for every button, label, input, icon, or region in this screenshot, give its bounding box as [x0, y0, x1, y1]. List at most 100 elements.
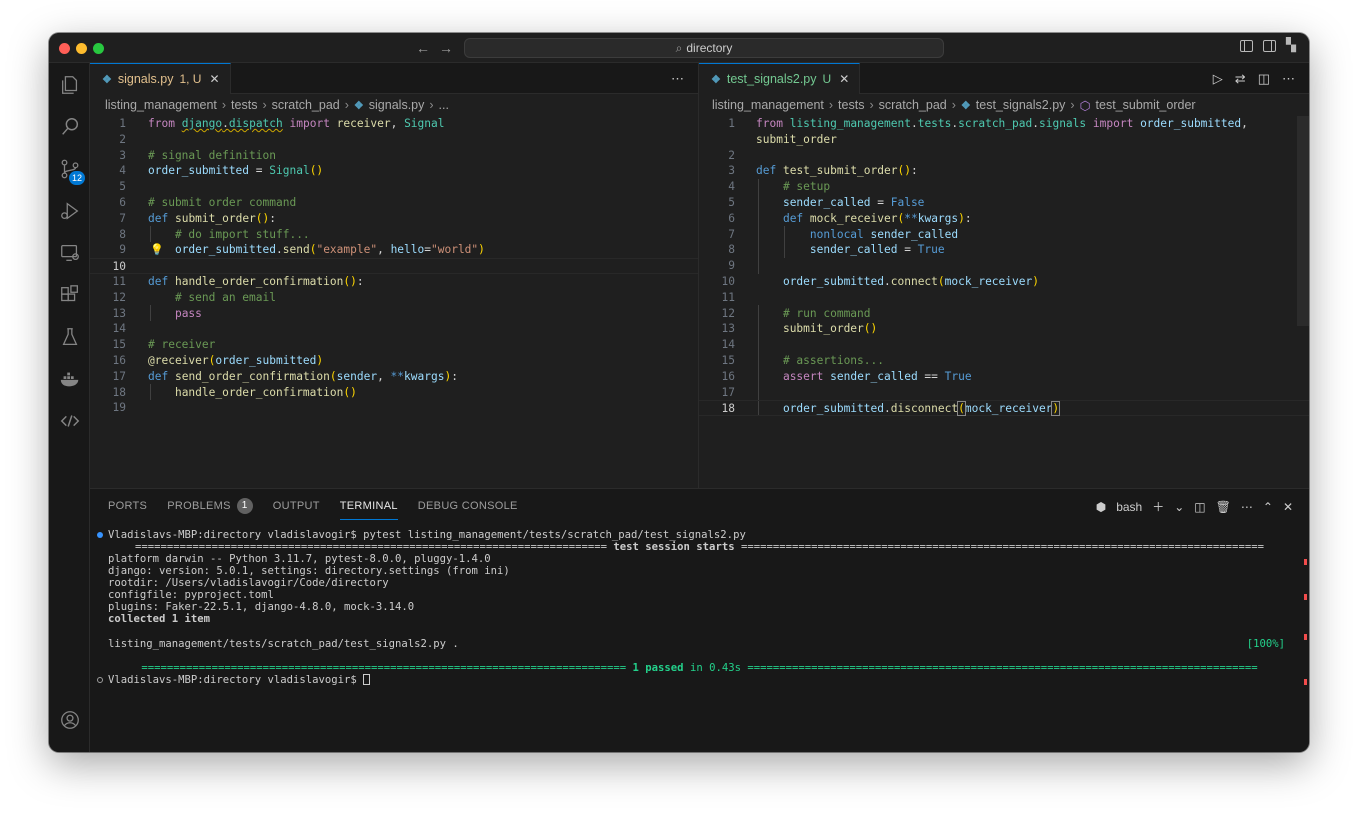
title-bar: ← → ⌕ directory	[49, 33, 1309, 507]
tab-label: OUTPUT	[272, 500, 320, 512]
split-terminal-icon[interactable]: ◫	[1194, 500, 1205, 514]
search-icon: ⌕	[675, 41, 683, 55]
run-file-icon[interactable]: ▷	[1213, 71, 1223, 87]
tab-label: signals.py	[117, 72, 174, 86]
more-actions-icon[interactable]: ⋯	[1282, 71, 1295, 87]
panel-tabs: PORTS PROBLEMS 1 OUTPUT TERMINAL DEBUG CO…	[108, 496, 518, 520]
split-editor-icon[interactable]: ◫	[1258, 71, 1270, 87]
breadcrumb-item[interactable]: scratch_pad	[272, 98, 340, 112]
breadcrumb-item[interactable]: ...	[439, 98, 449, 112]
settings-gear-icon[interactable]	[49, 745, 90, 752]
python-file-icon: ❖	[102, 73, 112, 86]
terminal-prompt: Vladislavs-MBP:directory vladislavogir$	[108, 674, 357, 686]
new-terminal-icon[interactable]: ＋	[1152, 498, 1164, 515]
tab-label: PORTS	[108, 500, 148, 512]
breadcrumb: listing_management › tests › scratch_pad › …	[90, 94, 698, 116]
breadcrumb-item[interactable]: scratch_pad	[879, 98, 947, 112]
editor-scrollbar[interactable]	[1297, 116, 1309, 326]
session-header: ========================================…	[135, 541, 1264, 553]
tab-label: DEBUG CONSOLE	[417, 500, 518, 512]
search-icon[interactable]	[49, 110, 90, 144]
progress-label: [100%]	[1246, 638, 1285, 650]
code-editor-signals[interactable]: 1 from django.dispatch import receiver, S…	[90, 116, 698, 416]
maximize-window-button[interactable]	[93, 43, 104, 54]
tab-debug-console[interactable]: DEBUG CONSOLE	[418, 496, 518, 520]
tab-ports[interactable]: PORTS	[108, 496, 147, 520]
activity-bar: 12	[49, 63, 90, 752]
breadcrumb-item[interactable]: tests	[231, 98, 257, 112]
more-actions-icon[interactable]: ⋯	[671, 71, 684, 87]
testing-icon[interactable]	[49, 320, 90, 354]
more-actions-icon[interactable]: ⋯	[1241, 500, 1253, 514]
scroll-marker	[1304, 634, 1307, 640]
scroll-marker	[1304, 594, 1307, 600]
terminal-line: platform darwin -- Python 3.11.7, pytest…	[108, 553, 491, 565]
close-tab-icon[interactable]: ✕	[209, 72, 219, 86]
terminal-line: plugins: Faker-22.5.1, django-4.8.0, moc…	[108, 601, 415, 613]
code-editor-test-signals2[interactable]: 1 from listing_management.tests.scratch_p…	[699, 116, 1309, 417]
bottom-panel: PORTS PROBLEMS 1 OUTPUT TERMINAL DEBUG CO…	[90, 488, 1309, 752]
scroll-marker	[1304, 679, 1307, 685]
test-file-line: listing_management/tests/scratch_pad/tes…	[108, 638, 459, 650]
layout-controls	[1240, 37, 1299, 507]
terminal-shell-icon: ⬢	[1095, 499, 1107, 514]
left-editor-group: ❖ signals.py 1, U ✕ ⋯ listing_management…	[90, 63, 739, 488]
chevron-right-icon: ›	[221, 98, 227, 112]
maximize-panel-icon[interactable]: ⌃	[1263, 500, 1273, 514]
close-panel-icon[interactable]: ✕	[1283, 500, 1293, 514]
right-editor-actions: ▷ ⇄ ◫ ⋯	[1213, 71, 1295, 87]
back-arrow-icon[interactable]: ←	[416, 40, 430, 56]
live-share-icon[interactable]	[49, 404, 90, 438]
terminal-line: django: version: 5.0.1, settings: direct…	[108, 565, 510, 577]
chevron-down-icon[interactable]: ⌄	[1174, 500, 1184, 514]
summary-line: ========================================…	[141, 662, 1258, 674]
tab-status: 1, U	[179, 72, 202, 86]
function-symbol-icon: ⬡	[1079, 98, 1091, 113]
close-window-button[interactable]	[59, 43, 70, 54]
command-center-search[interactable]: ⌕ directory	[464, 38, 944, 58]
chevron-right-icon: ›	[951, 98, 956, 112]
tab-output[interactable]: OUTPUT	[273, 496, 320, 520]
terminal-command: pytest listing_management/tests/scratch_…	[363, 529, 746, 541]
chevron-right-icon: ›	[828, 98, 834, 112]
compare-changes-icon[interactable]: ⇄	[1235, 71, 1246, 87]
accounts-icon[interactable]	[49, 703, 90, 737]
remote-explorer-icon[interactable]	[49, 236, 90, 270]
tab-label: PROBLEMS	[167, 500, 231, 512]
tab-signals-py[interactable]: ❖ signals.py 1, U ✕	[90, 63, 231, 94]
chevron-right-icon: ›	[1070, 98, 1075, 112]
tab-label: test_signals2.py	[726, 72, 817, 86]
tab-terminal[interactable]: TERMINAL	[339, 496, 398, 520]
tab-test-signals2-py[interactable]: ❖ test_signals2.py U ✕	[699, 63, 861, 94]
scroll-marker	[1304, 559, 1307, 565]
breadcrumb-item[interactable]: test_submit_order	[1096, 98, 1196, 112]
terminal-shell-label[interactable]: bash	[1116, 500, 1142, 514]
extensions-icon[interactable]	[49, 278, 90, 312]
breadcrumb-item[interactable]: tests	[838, 98, 864, 112]
toggle-secondary-sidebar-icon[interactable]	[1263, 40, 1276, 52]
terminal-cursor	[363, 674, 371, 685]
chevron-right-icon: ›	[344, 98, 349, 112]
minimize-window-button[interactable]	[76, 43, 87, 54]
customize-layout-icon[interactable]	[1286, 37, 1299, 53]
trash-icon[interactable]: 🗑	[1216, 500, 1231, 514]
explorer-icon[interactable]	[49, 68, 90, 102]
docker-icon[interactable]	[49, 362, 90, 396]
breadcrumb-item[interactable]: signals.py	[369, 98, 425, 112]
run-debug-icon[interactable]	[49, 194, 90, 228]
tab-problems[interactable]: PROBLEMS 1	[167, 496, 253, 520]
chevron-right-icon: ›	[429, 98, 434, 112]
close-tab-icon[interactable]: ✕	[839, 72, 849, 86]
breadcrumb-item[interactable]: test_signals2.py	[976, 98, 1066, 112]
python-file-icon: ❖	[960, 99, 971, 112]
breadcrumb-item[interactable]: listing_management	[712, 98, 824, 112]
chevron-right-icon: ›	[869, 98, 874, 112]
right-editor-group: ❖ test_signals2.py U ✕ ▷ ⇄ ◫ ⋯ listing_m…	[699, 63, 1309, 488]
vscode-window: ← → ⌕directory 12	[49, 33, 1309, 752]
source-control-icon[interactable]: 12	[49, 152, 90, 186]
left-tab-bar: ❖ signals.py 1, U ✕ ⋯	[90, 63, 698, 94]
forward-arrow-icon[interactable]: →	[439, 40, 453, 56]
breadcrumb-item[interactable]: listing_management	[105, 98, 217, 112]
toggle-primary-sidebar-icon[interactable]	[1240, 40, 1253, 52]
source-control-badge: 12	[69, 171, 86, 185]
